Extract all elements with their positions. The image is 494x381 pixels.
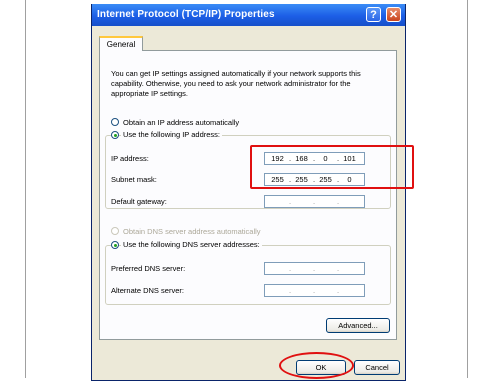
pdns-dot: .: [288, 264, 292, 273]
alternate-dns-label: Alternate DNS server:: [111, 286, 184, 295]
subnet-mask-label: Subnet mask:: [111, 175, 157, 184]
default-gateway-field[interactable]: . . .: [264, 195, 365, 208]
highlight-box: [250, 145, 414, 189]
gw-dot: .: [288, 197, 292, 206]
gw-dot: .: [336, 197, 340, 206]
cancel-button[interactable]: Cancel: [354, 360, 400, 375]
ip-address-label: IP address:: [111, 154, 149, 163]
use-following-ip-radio[interactable]: [111, 131, 119, 139]
tcpip-properties-dialog: Internet Protocol (TCP/IP) Properties ? …: [91, 4, 406, 381]
default-gateway-label: Default gateway:: [111, 197, 167, 206]
close-icon[interactable]: ✕: [386, 7, 401, 22]
obtain-dns-auto-label[interactable]: Obtain DNS server address automatically: [123, 227, 261, 236]
obtain-ip-auto-label[interactable]: Obtain an IP address automatically: [123, 118, 239, 127]
adns-dot: .: [312, 286, 316, 295]
highlight-ellipse: [279, 352, 354, 379]
pdns-dot: .: [312, 264, 316, 273]
general-panel: You can get IP settings assigned automat…: [99, 50, 397, 340]
adns-dot: .: [288, 286, 292, 295]
use-following-dns-radio[interactable]: [111, 241, 119, 249]
alternate-dns-field[interactable]: . . .: [264, 284, 365, 297]
preferred-dns-label: Preferred DNS server:: [111, 264, 186, 273]
use-following-ip-label[interactable]: Use the following IP address:: [121, 130, 222, 139]
advanced-button[interactable]: Advanced...: [326, 318, 390, 333]
adns-dot: .: [336, 286, 340, 295]
pdns-dot: .: [336, 264, 340, 273]
help-icon[interactable]: ?: [366, 7, 381, 22]
title-bar[interactable]: Internet Protocol (TCP/IP) Properties ? …: [92, 4, 405, 26]
gw-dot: .: [312, 197, 316, 206]
tab-general[interactable]: General: [99, 36, 143, 51]
intro-text: You can get IP settings assigned automat…: [111, 69, 361, 98]
use-following-dns-label[interactable]: Use the following DNS server addresses:: [121, 240, 262, 249]
window-title: Internet Protocol (TCP/IP) Properties: [97, 9, 275, 20]
preferred-dns-field[interactable]: . . .: [264, 262, 365, 275]
obtain-ip-auto-radio[interactable]: [111, 118, 119, 126]
obtain-dns-auto-radio[interactable]: [111, 227, 119, 235]
